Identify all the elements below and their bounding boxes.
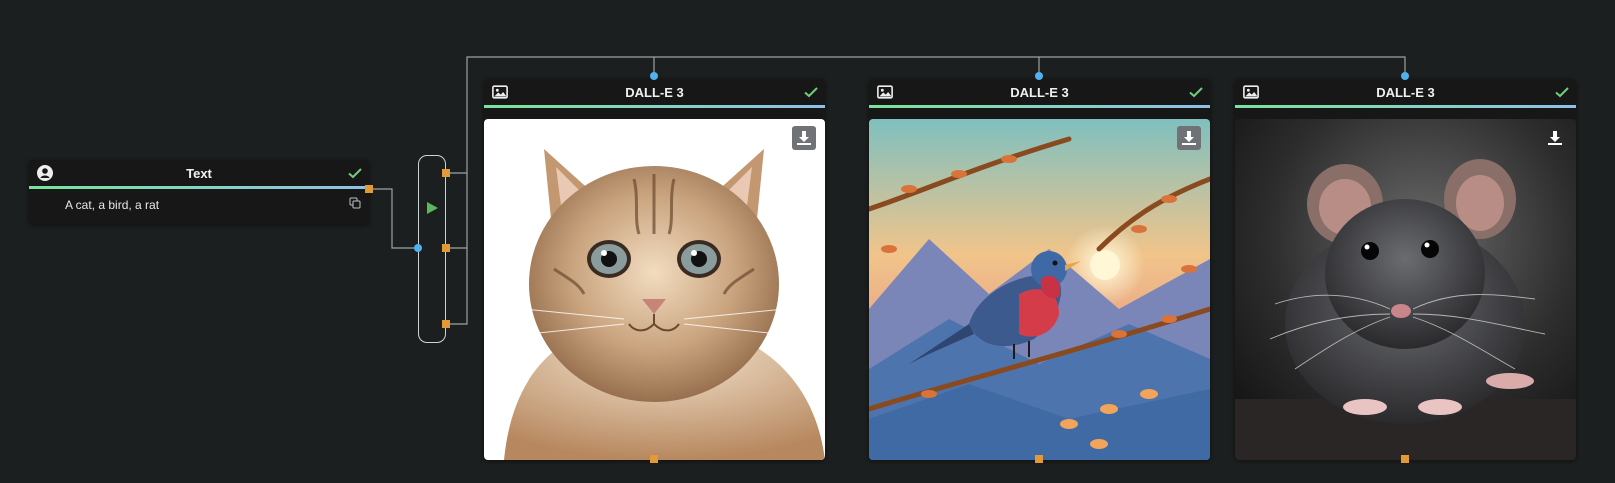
text-node-status-bar — [29, 186, 369, 189]
wire-text-to-splitter — [369, 188, 418, 249]
image-icon — [492, 85, 508, 99]
dalle-node-rat[interactable]: DALL-E 3 — [1235, 79, 1576, 460]
dalle-node-title: DALL-E 3 — [1376, 84, 1435, 100]
flow-canvas[interactable]: Text A cat, a bird, a rat DALL-E 3 DALL-… — [0, 0, 1615, 483]
dalle-node-header: DALL-E 3 — [869, 79, 1210, 105]
dalle-node-bird-input-port[interactable] — [1035, 72, 1043, 80]
dalle-node-title: DALL-E 3 — [625, 84, 684, 100]
download-icon — [1548, 131, 1562, 145]
wire-splitter-bottom — [446, 248, 468, 325]
download-button[interactable] — [792, 126, 816, 150]
text-node-title: Text — [186, 165, 212, 181]
dalle-node-status-bar — [869, 105, 1210, 108]
text-node-header: Text — [29, 160, 369, 186]
splitter-output-port-1[interactable] — [442, 169, 450, 177]
splitter-output-port-2[interactable] — [442, 244, 450, 252]
dalle-node-bird-output-port[interactable] — [1035, 455, 1043, 463]
check-icon — [1555, 87, 1569, 98]
download-button[interactable] — [1543, 126, 1567, 150]
cat-illustration — [504, 149, 825, 460]
download-icon — [797, 131, 811, 145]
dalle-node-rat-input-port[interactable] — [1401, 72, 1409, 80]
generated-image-rat[interactable] — [1235, 119, 1576, 460]
download-icon — [1182, 131, 1196, 145]
splitter-input-port[interactable] — [414, 244, 422, 252]
dalle-node-cat-input-port[interactable] — [650, 72, 658, 80]
dalle-node-cat[interactable]: DALL-E 3 — [484, 79, 825, 460]
dalle-node-status-bar — [484, 105, 825, 108]
check-icon — [348, 168, 362, 179]
rat-illustration — [1235, 119, 1576, 460]
dalle-node-bird[interactable]: DALL-E 3 — [869, 79, 1210, 460]
splitter-output-port-3[interactable] — [442, 320, 450, 328]
bird-illustration — [869, 119, 1210, 460]
text-node[interactable]: Text A cat, a bird, a rat — [29, 160, 369, 224]
play-icon[interactable] — [426, 201, 439, 215]
download-button[interactable] — [1177, 126, 1201, 150]
check-icon — [1189, 87, 1203, 98]
image-icon — [877, 85, 893, 99]
dalle-node-title: DALL-E 3 — [1010, 84, 1069, 100]
user-icon — [37, 165, 53, 181]
wire-splitter-mid — [446, 173, 468, 249]
dalle-node-header: DALL-E 3 — [484, 79, 825, 105]
generated-image-bird[interactable] — [869, 119, 1210, 460]
image-icon — [1243, 85, 1259, 99]
copy-icon[interactable] — [349, 197, 361, 209]
dalle-node-rat-output-port[interactable] — [1401, 455, 1409, 463]
dalle-node-cat-output-port[interactable] — [650, 455, 658, 463]
generated-image-cat[interactable] — [484, 119, 825, 460]
check-icon — [804, 87, 818, 98]
dalle-node-header: DALL-E 3 — [1235, 79, 1576, 105]
text-node-output-port[interactable] — [365, 185, 373, 193]
dalle-node-status-bar — [1235, 105, 1576, 108]
text-node-content[interactable]: A cat, a bird, a rat — [65, 198, 159, 212]
